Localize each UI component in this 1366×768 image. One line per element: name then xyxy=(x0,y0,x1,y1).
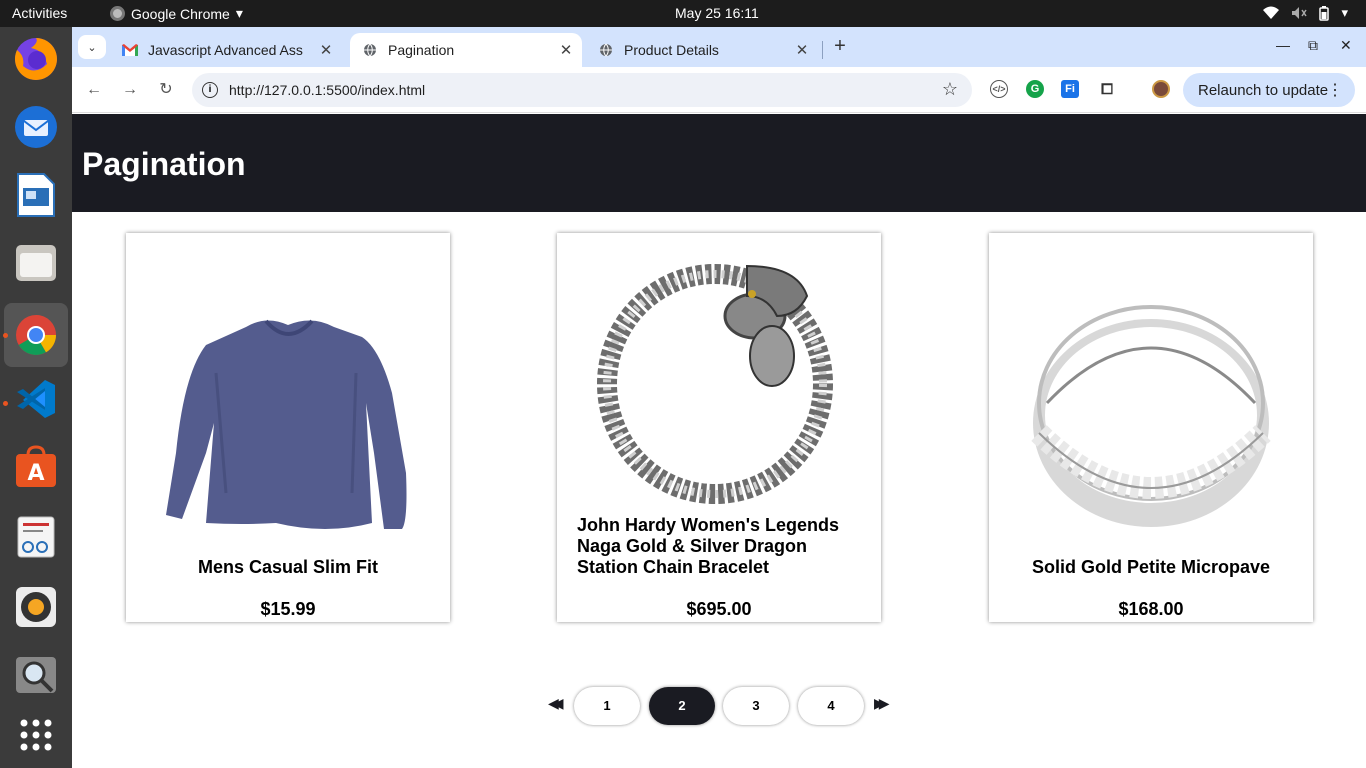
product-card[interactable]: Solid Gold Petite Micropave $168.00 xyxy=(989,233,1313,622)
bookmark-star-icon[interactable]: ☆ xyxy=(942,79,958,100)
document-viewer-icon[interactable] xyxy=(12,513,60,561)
site-info-icon[interactable]: i xyxy=(202,82,218,98)
product-name: Solid Gold Petite Micropave xyxy=(1031,557,1271,577)
address-bar[interactable]: i http://127.0.0.1:5500/index.html ☆ xyxy=(192,73,972,107)
volume-icon xyxy=(1292,7,1308,19)
chrome-icon[interactable] xyxy=(4,303,68,367)
tab-pagination[interactable]: Pagination ✕ xyxy=(350,33,582,67)
product-image-tshirt xyxy=(166,253,410,533)
close-icon[interactable]: ✕ xyxy=(556,41,576,59)
activities-button[interactable]: Activities xyxy=(12,5,67,21)
close-icon[interactable]: ✕ xyxy=(316,41,336,59)
minimize-icon[interactable]: — xyxy=(1276,37,1290,53)
chevron-down-icon: ▾ xyxy=(235,5,243,21)
chevron-down-icon: ⌄ xyxy=(87,41,97,54)
product-name: John Hardy Women's Legends Naga Gold & S… xyxy=(577,515,839,577)
running-indicator xyxy=(3,333,8,338)
dock: A xyxy=(0,27,72,768)
more-menu-icon[interactable]: ⋮ xyxy=(1327,80,1343,100)
show-apps-icon[interactable] xyxy=(12,711,60,759)
extensions-puzzle-icon[interactable]: ⧠ xyxy=(1098,80,1116,98)
extension-icon[interactable]: </> xyxy=(990,80,1008,98)
system-tray[interactable]: ▾ xyxy=(1263,5,1348,21)
clock[interactable]: May 25 16:11 xyxy=(675,5,759,21)
avatar[interactable] xyxy=(1152,80,1170,98)
forward-icon[interactable]: → xyxy=(119,79,141,101)
first-page-icon[interactable]: ◀◀ xyxy=(548,695,563,712)
tab-product-details[interactable]: Product Details ✕ xyxy=(586,33,818,67)
image-viewer-icon[interactable] xyxy=(12,651,60,699)
url-text[interactable]: http://127.0.0.1:5500/index.html xyxy=(229,82,425,98)
app-center-icon[interactable]: A xyxy=(12,443,60,491)
back-icon[interactable]: ← xyxy=(83,79,105,101)
chrome-icon xyxy=(110,6,125,21)
globe-icon xyxy=(598,42,614,58)
fi-extension-icon[interactable]: Fi xyxy=(1061,80,1079,98)
globe-icon xyxy=(362,42,378,58)
page-button-4[interactable]: 4 xyxy=(798,687,864,725)
new-tab-button[interactable]: + xyxy=(830,35,850,59)
running-indicator xyxy=(3,401,8,406)
tab-title: Product Details xyxy=(624,42,719,58)
tab-title: Pagination xyxy=(388,42,455,58)
product-name: Mens Casual Slim Fit xyxy=(197,557,379,577)
tab-separator xyxy=(822,41,823,59)
app-menu-label: Google Chrome xyxy=(131,5,230,22)
app-menu[interactable]: Google Chrome ▾ xyxy=(110,5,243,22)
product-card[interactable]: John Hardy Women's Legends Naga Gold & S… xyxy=(557,233,881,622)
chevron-down-icon: ▾ xyxy=(1341,5,1348,20)
restore-icon[interactable]: ⧉ xyxy=(1308,37,1318,54)
svg-text:A: A xyxy=(27,461,44,486)
relaunch-label: Relaunch to update xyxy=(1198,81,1329,99)
system-top-bar: Activities Google Chrome ▾ May 25 16:11 … xyxy=(0,0,1366,27)
last-page-icon[interactable]: ▶▶ xyxy=(874,695,889,712)
rhythmbox-icon[interactable] xyxy=(12,583,60,631)
tab-gmail[interactable]: Javascript Advanced Ass ✕ xyxy=(110,33,342,67)
tab-search-button[interactable]: ⌄ xyxy=(78,35,106,59)
gmail-icon xyxy=(122,42,138,58)
window-close-icon[interactable]: ✕ xyxy=(1340,37,1352,54)
product-image-bracelet xyxy=(597,251,841,511)
thunderbird-icon[interactable] xyxy=(12,103,60,151)
page-button-2[interactable]: 2 xyxy=(649,687,715,725)
page-header: Pagination xyxy=(72,114,1366,212)
tab-strip: ⌄ Javascript Advanced Ass ✕ Pagination ✕… xyxy=(72,27,1366,67)
page-button-3[interactable]: 3 xyxy=(723,687,789,725)
vscode-icon[interactable] xyxy=(12,375,60,423)
product-card[interactable]: Mens Casual Slim Fit $15.99 xyxy=(126,233,450,622)
firefox-icon[interactable] xyxy=(12,35,60,83)
tab-title: Javascript Advanced Ass xyxy=(148,42,303,58)
reload-icon[interactable]: ↻ xyxy=(155,79,177,101)
browser-toolbar: ← → ↻ i http://127.0.0.1:5500/index.html… xyxy=(72,67,1366,113)
browser-window: ⌄ Javascript Advanced Ass ✕ Pagination ✕… xyxy=(72,27,1366,768)
writer-icon[interactable] xyxy=(12,171,60,219)
close-icon[interactable]: ✕ xyxy=(792,41,812,59)
product-image-ring xyxy=(1029,253,1273,533)
relaunch-button[interactable]: Relaunch to update ⋮ xyxy=(1183,73,1355,107)
product-price: $168.00 xyxy=(1118,599,1184,619)
battery-icon xyxy=(1319,5,1330,21)
product-price: $695.00 xyxy=(686,599,752,619)
grammarly-icon[interactable]: G xyxy=(1026,80,1044,98)
product-price: $15.99 xyxy=(260,599,316,619)
wifi-icon xyxy=(1263,6,1280,19)
web-page: Pagination Mens Casual Slim Fit $15.99 J… xyxy=(72,114,1366,768)
page-title: Pagination xyxy=(82,146,246,182)
files-icon[interactable] xyxy=(12,239,60,287)
page-button-1[interactable]: 1 xyxy=(574,687,640,725)
